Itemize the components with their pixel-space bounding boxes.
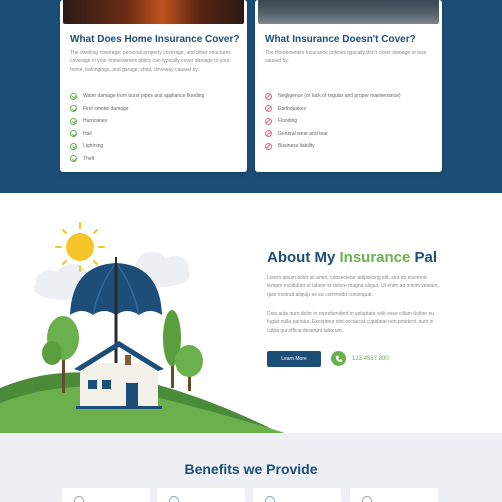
card-description: The Homeowners Insurance policies typica… — [265, 50, 427, 65]
coverage-section: What Does Home Insurance Cover? The dwel… — [0, 0, 502, 193]
about-paragraph: Lorem ipsum dolor sit amet, consectetur … — [267, 275, 439, 298]
tree-icon — [163, 310, 181, 388]
benefits-title: Benefits we Provide — [184, 461, 318, 477]
check-icon — [70, 92, 77, 100]
card-description: The dwelling coverage, personal property… — [70, 50, 231, 73]
card-title: What Insurance Doesn't Cover? — [265, 34, 416, 45]
house-fire-image — [63, 0, 244, 24]
about-paragraph: Duis aute irure dolor in reprehenderit i… — [267, 311, 435, 334]
benefit-card[interactable] — [62, 488, 150, 502]
prohibited-icon — [265, 117, 272, 125]
phone-icon — [331, 351, 346, 366]
list-item: Theft — [70, 153, 204, 166]
phone-number: 123 4567 890 — [352, 355, 389, 362]
not-covered-list: Negligence (or lack of regular and prope… — [265, 90, 401, 153]
benefit-icon — [265, 496, 275, 502]
prohibited-icon — [265, 105, 272, 113]
umbrella-house-illustration — [0, 222, 285, 433]
check-icon — [70, 105, 77, 113]
coverage-card-covered: What Does Home Insurance Cover? The dwel… — [60, 0, 247, 172]
phone-link[interactable]: 123 4567 890 — [331, 351, 389, 366]
benefit-card[interactable] — [253, 488, 341, 502]
benefit-icon — [362, 496, 372, 502]
house-icon — [74, 341, 164, 409]
tree-icon — [175, 345, 203, 391]
prohibited-icon — [265, 142, 272, 150]
benefit-icon — [169, 496, 179, 502]
list-item: Lightning — [70, 140, 204, 153]
flood-image — [258, 0, 439, 24]
list-item: Negligence (or lack of regular and prope… — [265, 90, 401, 103]
about-title: About My Insurance Pal — [267, 249, 438, 266]
check-icon — [70, 155, 77, 163]
learn-more-button[interactable]: Learn More — [267, 351, 321, 367]
check-icon — [70, 130, 77, 138]
benefit-card[interactable] — [350, 488, 438, 502]
list-item: Water damage from burst pipes and applia… — [70, 90, 204, 103]
card-title: What Does Home Insurance Cover? — [70, 34, 240, 45]
check-icon — [70, 142, 77, 150]
check-icon — [70, 117, 77, 125]
covered-list: Water damage from burst pipes and applia… — [70, 90, 204, 165]
list-item: Hurricanes — [70, 115, 204, 128]
benefit-card[interactable] — [157, 488, 245, 502]
list-item: General wear and tear — [265, 128, 401, 141]
benefits-section: Benefits we Provide — [0, 433, 502, 502]
list-item: Fire/ smoke damage — [70, 103, 204, 116]
benefit-icon — [74, 496, 84, 502]
prohibited-icon — [265, 92, 272, 100]
list-item: Earthquakes — [265, 103, 401, 116]
sun-icon — [55, 222, 105, 272]
prohibited-icon — [265, 130, 272, 138]
list-item: Business liability — [265, 140, 401, 153]
list-item: Flooding — [265, 115, 401, 128]
list-item: Hail — [70, 128, 204, 141]
about-section: About My Insurance Pal Lorem ipsum dolor… — [0, 193, 502, 433]
coverage-card-not-covered: What Insurance Doesn't Cover? The Homeow… — [255, 0, 442, 172]
